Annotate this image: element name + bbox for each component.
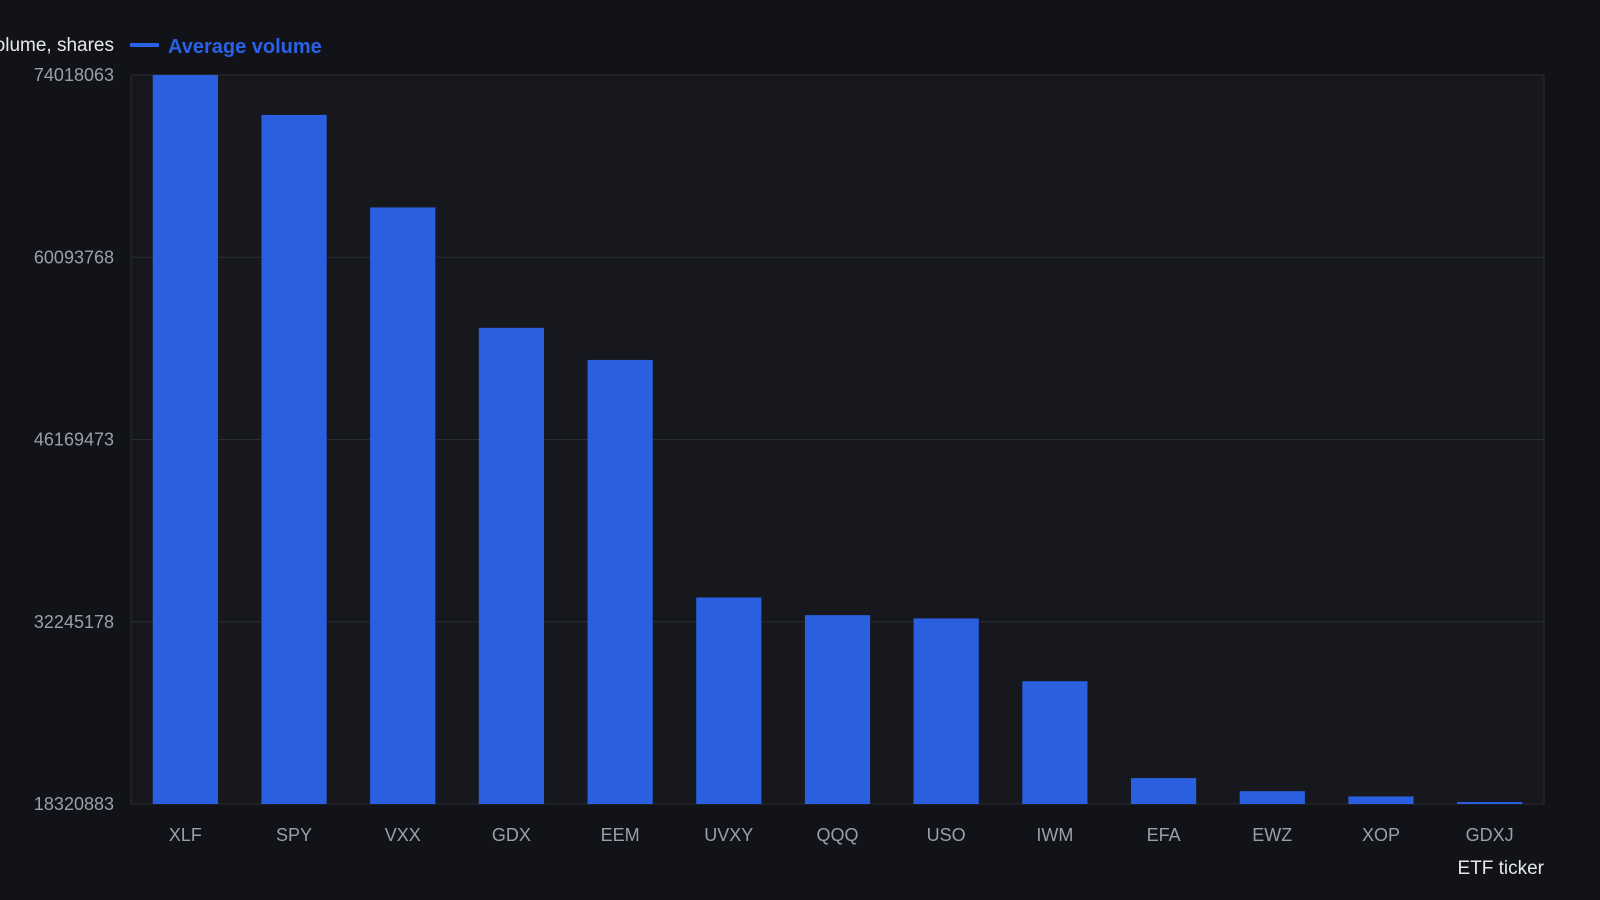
x-tick-label: XLF (169, 825, 202, 845)
y-tick-label: 32245178 (34, 612, 114, 632)
x-axis-title: ETF ticker (1457, 858, 1544, 879)
x-tick-label: VXX (385, 825, 421, 845)
x-axis-ticks: XLF SPY VXX GDX EEM UVXY QQQ USO IWM EFA EWZ XOP GDX… (169, 825, 1514, 845)
bar-chart: 74018063 60093768 46169473 32245178 18320883… (0, 35, 1545, 879)
x-tick-label: GDXJ (1466, 825, 1514, 845)
x-tick-label: EWZ (1252, 825, 1292, 845)
y-tick-label: 46169473 (34, 430, 114, 450)
x-tick-label: EFA (1147, 825, 1181, 845)
bar-gdxj (1457, 802, 1523, 804)
x-tick-label: IWM (1036, 825, 1073, 845)
y-axis-title: Average volume, shares (0, 35, 114, 56)
bar-uso (913, 618, 979, 804)
x-tick-label: GDX (492, 825, 531, 845)
y-tick-label: 60093768 (34, 247, 114, 267)
bar-gdx (478, 327, 545, 804)
x-tick-label: USO (927, 825, 966, 845)
y-tick-label: 18320883 (34, 794, 114, 814)
bar-vxx (370, 207, 436, 804)
x-tick-label: XOP (1362, 825, 1400, 845)
legend-swatch (130, 43, 159, 47)
x-tick-label: QQQ (816, 825, 858, 845)
bar-iwm (1022, 681, 1088, 804)
x-tick-label: UVXY (704, 825, 753, 845)
x-tick-label: EEM (601, 825, 640, 845)
bar-xop (1348, 796, 1414, 804)
bar-spy (261, 114, 327, 805)
bar-qqq (804, 615, 871, 804)
bar-efa (1130, 778, 1197, 804)
bar-xlf (152, 75, 218, 804)
bar-ewz (1239, 791, 1305, 804)
chart-container: 74018063 60093768 46169473 32245178 18320883… (0, 0, 1600, 900)
bar-eem (587, 359, 653, 804)
legend-label: Average volume (168, 36, 322, 58)
y-axis-ticks: 74018063 60093768 46169473 32245178 18320883 (34, 65, 114, 814)
bar-uvxy (696, 597, 762, 804)
y-tick-label: 74018063 (34, 65, 114, 85)
x-tick-label: SPY (276, 825, 312, 845)
